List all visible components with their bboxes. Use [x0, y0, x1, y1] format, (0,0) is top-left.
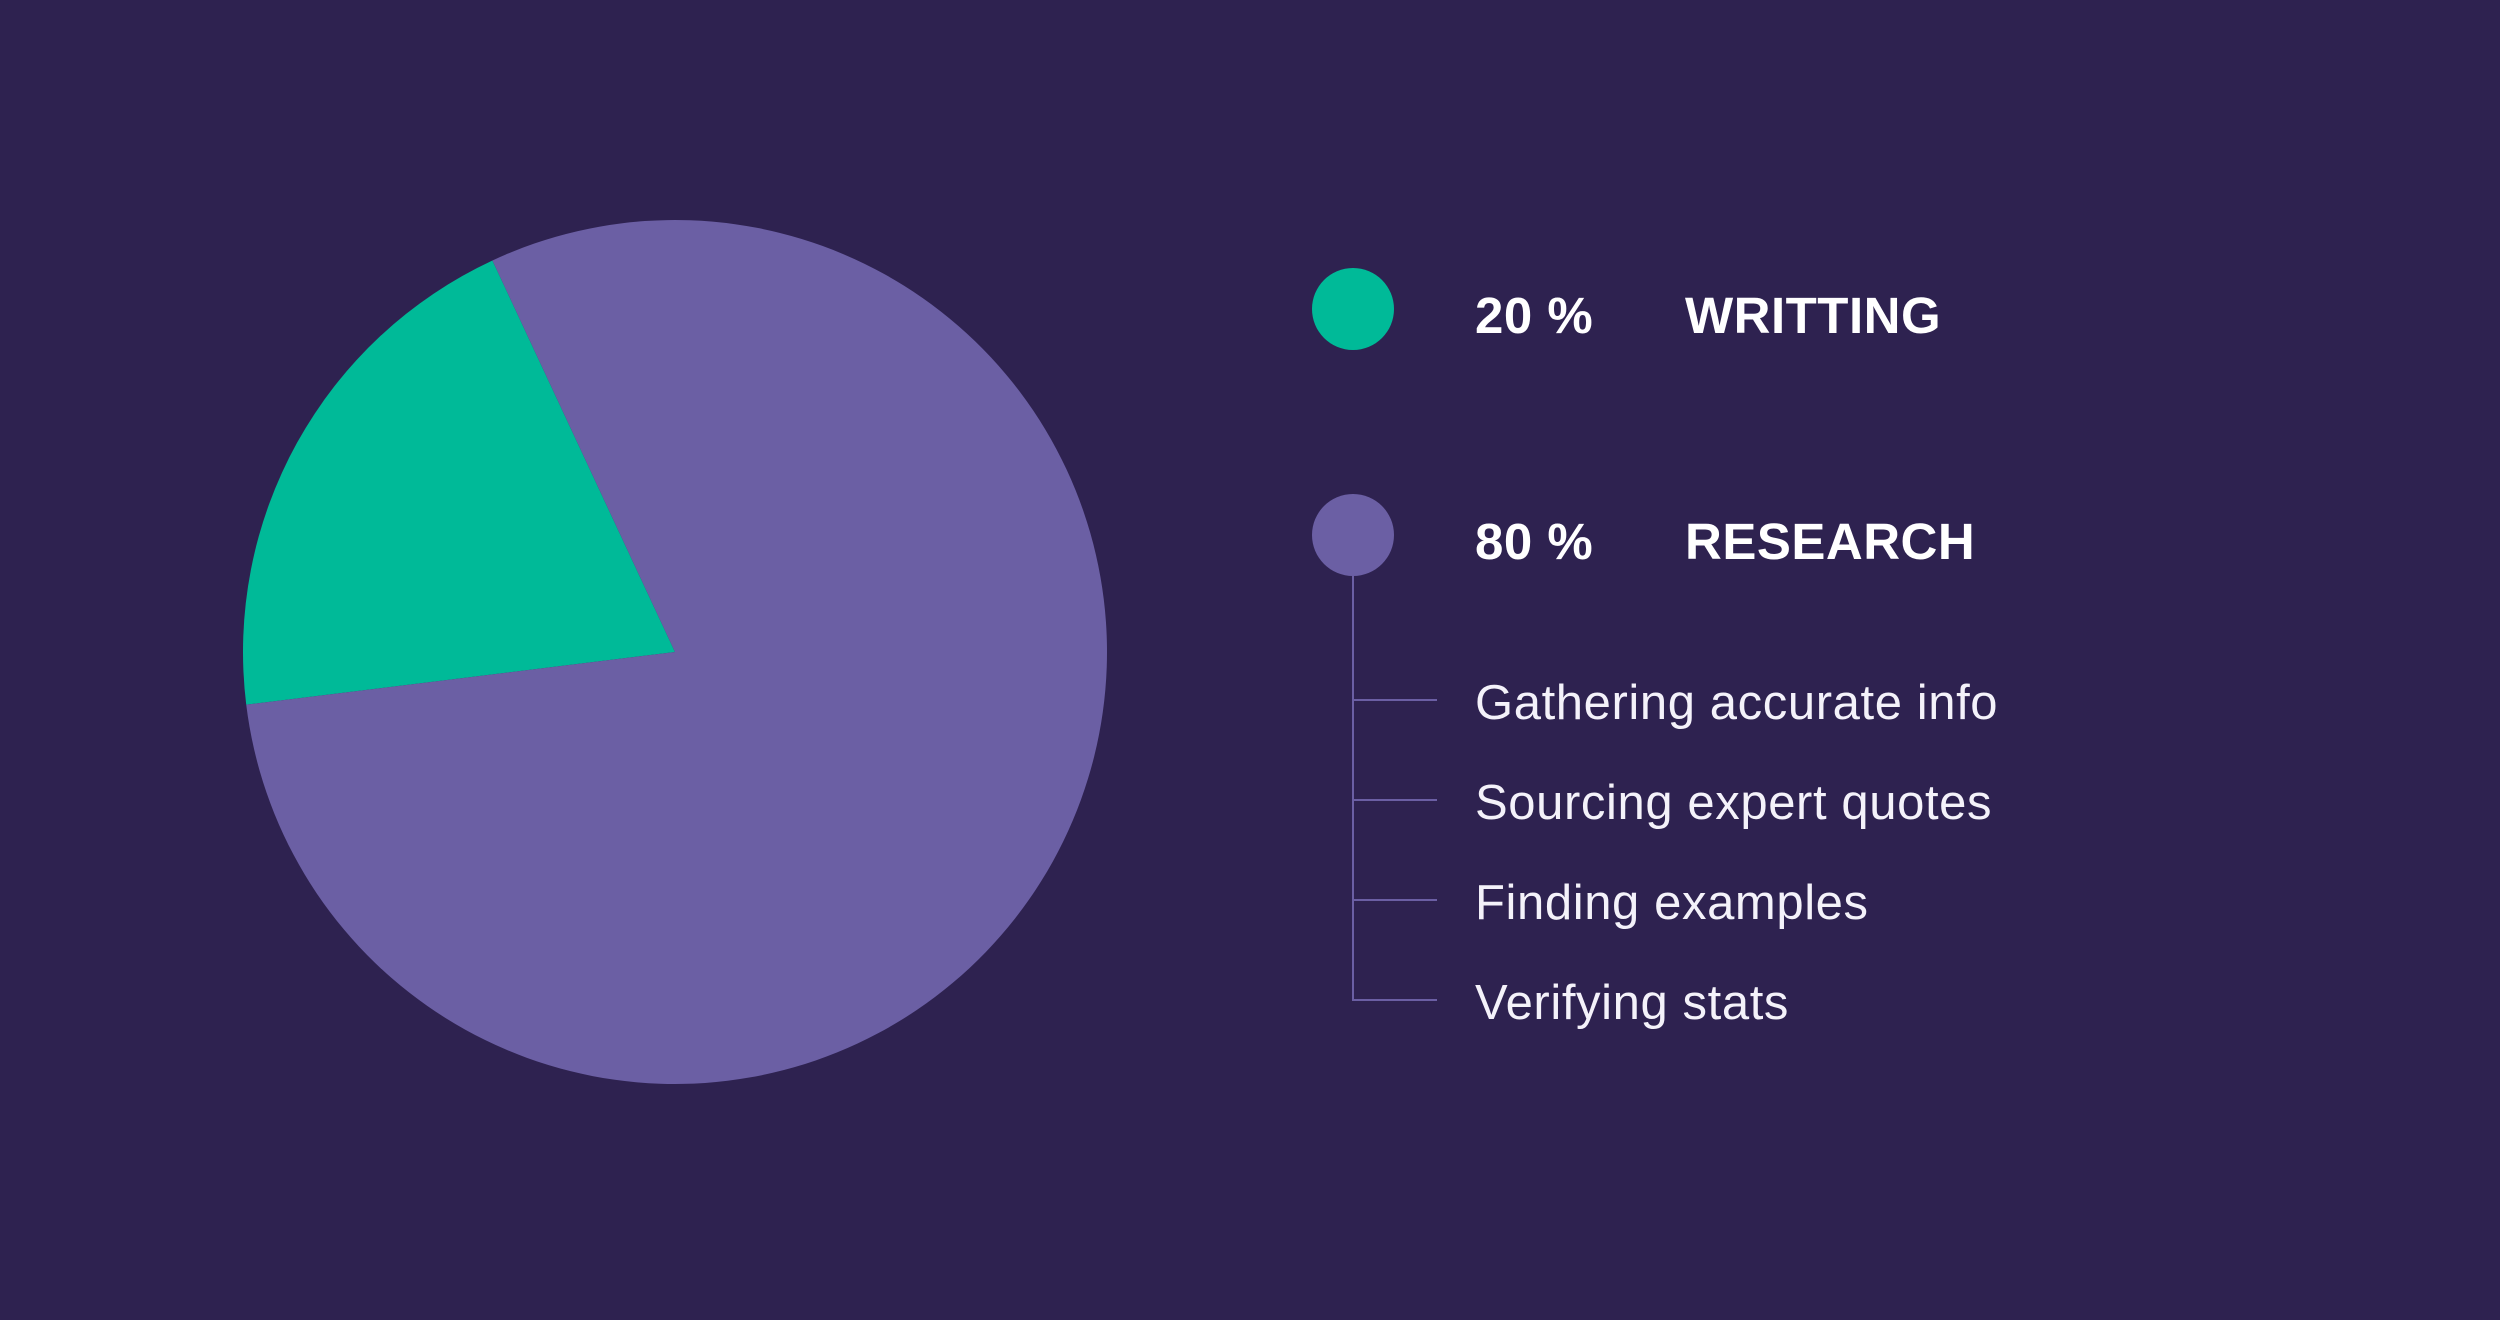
legend-label-writing: WRITTING: [1685, 287, 1942, 344]
legend-dot-writing: [1312, 268, 1394, 350]
tree-vertical-line: [1352, 576, 1354, 1001]
tree-branch-line: [1352, 699, 1437, 701]
legend-label-research: RESEARCH: [1685, 513, 1976, 570]
pie-chart: [242, 219, 1107, 1085]
legend-percent-research: 80 %: [1475, 513, 1594, 570]
sub-item-finding-examples: Finding examples: [1475, 876, 1869, 930]
sub-item-gathering-info: Gathering accurate info: [1475, 676, 1999, 730]
sub-item-verifying-stats: Verifying stats: [1475, 976, 1790, 1030]
legend-dot-research: [1312, 494, 1394, 576]
tree-branch-line: [1352, 799, 1437, 801]
legend-percent-writing: 20 %: [1475, 287, 1594, 344]
tree-branch-line: [1352, 899, 1437, 901]
tree-branch-line: [1352, 999, 1437, 1001]
sub-item-sourcing-quotes: Sourcing expert quotes: [1475, 776, 1993, 830]
